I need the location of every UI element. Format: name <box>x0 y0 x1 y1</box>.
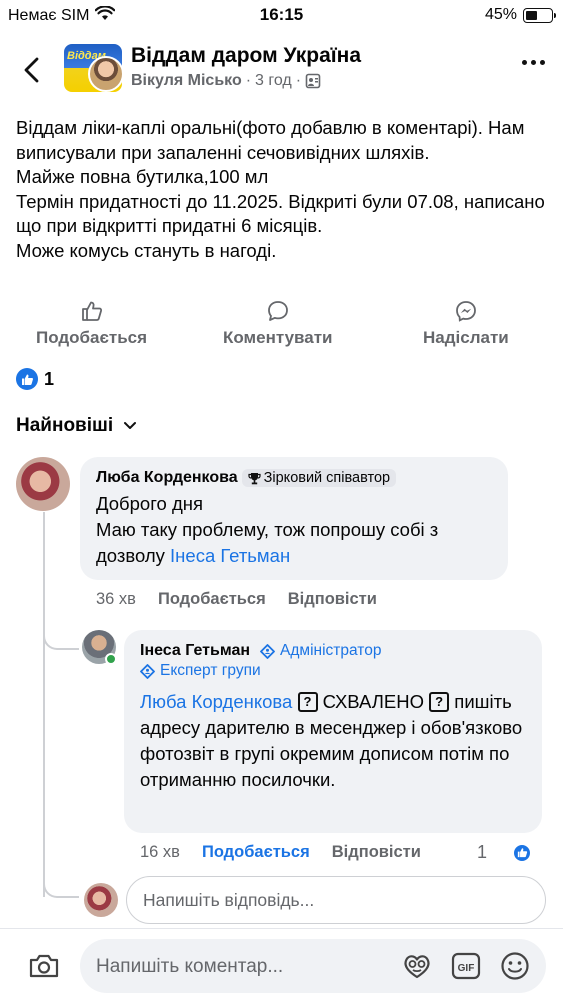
reply-reaction-count[interactable]: 1 <box>477 842 554 863</box>
status-bar: Немає SIM 16:15 45% <box>0 0 563 30</box>
comment-label: Коментувати <box>223 328 333 347</box>
comment-meta: 36 хв Подобається Відповісти <box>96 590 399 609</box>
comment-line-1: Доброго дня <box>96 493 203 514</box>
battery-area: 45% <box>484 6 556 24</box>
reactions-count: 1 <box>44 368 55 389</box>
commenter-name[interactable]: Люба Корденкова <box>96 469 238 487</box>
online-indicator <box>105 653 117 665</box>
smiley-icon <box>501 952 529 980</box>
reply-like-count: 1 <box>476 842 487 862</box>
back-button[interactable] <box>18 54 46 86</box>
badge-label: Зірковий співавтор <box>263 470 391 486</box>
gif-icon: GIF <box>451 952 481 980</box>
thread-line <box>43 512 45 897</box>
post-time: 3 год <box>255 72 292 89</box>
expert-role-label: Експерт групи <box>160 662 261 679</box>
admin-role-label: Адміністратор <box>280 642 382 659</box>
chevron-down-icon <box>124 422 137 429</box>
top-contributor-badge[interactable]: Зірковий співавтор <box>241 469 397 487</box>
like-reaction-icon-small <box>512 842 532 863</box>
comment-header: Люба Корденкова Зірковий співавтор <box>96 469 492 487</box>
commenter-avatar[interactable] <box>16 457 70 511</box>
my-avatar-small <box>84 883 118 917</box>
post-text: Віддам ліки-каплі оральні(фото добавлю в… <box>16 117 545 261</box>
meta-separator: · <box>245 72 252 89</box>
post-header: Віддам Віддам даром Україна Вікуля Міськ… <box>0 36 563 100</box>
reactions-summary[interactable]: 1 <box>16 368 54 390</box>
meta-separator-2: · <box>295 72 302 89</box>
reply-meta: 16 хв Подобається Відповісти 1 <box>140 842 554 863</box>
comment-sort-dropdown[interactable]: Найновіші <box>16 415 137 437</box>
replier-name[interactable]: Інеса Гетьман <box>140 642 250 660</box>
post-actions: Подобається Коментувати Надіслати <box>0 300 563 352</box>
admin-role-badge[interactable]: Адміністратор <box>260 642 381 660</box>
reply-placeholder: Напишіть відповідь... <box>143 890 315 910</box>
post-body: Віддам ліки-каплі оральні(фото добавлю в… <box>16 116 546 263</box>
author-name[interactable]: Вікуля Місько <box>131 72 242 90</box>
comment-bubble-icon <box>267 301 288 321</box>
svg-text:GIF: GIF <box>458 963 475 974</box>
comment-button[interactable]: Коментувати <box>223 300 333 348</box>
reply-input-field[interactable]: Напишіть відповідь... <box>126 876 546 924</box>
like-button[interactable]: Подобається <box>36 300 147 348</box>
thread-branch-2 <box>43 868 79 898</box>
comment-text: Доброго дня Маю таку проблему, тож попро… <box>96 491 492 569</box>
share-button[interactable]: Надіслати <box>423 300 509 348</box>
more-options-button[interactable] <box>522 60 545 65</box>
comment-time: 36 хв <box>96 590 136 608</box>
comment-composer: Напишіть коментар... GIF <box>0 928 563 1000</box>
thread-branch <box>43 620 79 650</box>
camera-button[interactable] <box>28 953 60 984</box>
messenger-icon <box>455 301 476 322</box>
reply-reply-button[interactable]: Відповісти <box>332 843 421 862</box>
reply-like-button[interactable]: Подобається <box>202 843 310 862</box>
question-mark-icon-2: ? <box>429 691 450 712</box>
camera-icon <box>29 954 59 978</box>
question-mark-icon: ? <box>297 691 318 712</box>
comment-like-button[interactable]: Подобається <box>158 590 266 609</box>
battery-fill <box>526 10 537 20</box>
gif-button[interactable]: GIF <box>451 951 481 986</box>
avatar-sticker-icon <box>404 955 430 979</box>
comment-line-2: Маю таку проблему, тож попрошу собі з до… <box>96 517 492 569</box>
expert-shield-icon <box>140 663 155 679</box>
mention-link[interactable]: Інеса Гетьман <box>170 545 290 566</box>
group-privacy-icon <box>305 73 321 89</box>
reply-header: Інеса Гетьман Адміністратор <box>140 642 526 660</box>
reply-bubble: Інеса Гетьман Адміністратор Експерт груп… <box>124 630 542 833</box>
reply-text: Люба Корденкова ? СХВАЛЕНО ? пишіть адре… <box>140 689 526 793</box>
post-meta: Вікуля Місько · 3 год · <box>131 72 321 90</box>
reply-time: 16 хв <box>140 843 180 861</box>
reply-mention-link[interactable]: Люба Корденкова <box>140 691 292 712</box>
share-label: Надіслати <box>423 328 509 347</box>
comment-placeholder: Напишіть коментар... <box>96 956 284 977</box>
like-label: Подобається <box>36 328 148 347</box>
trophy-icon <box>248 472 261 484</box>
like-reaction-icon <box>16 368 38 390</box>
comment-bubble: Люба Корденкова Зірковий співавтор Добро… <box>80 457 508 580</box>
comment-reply-button[interactable]: Відповісти <box>288 590 377 609</box>
group-title[interactable]: Віддам даром Україна <box>131 44 361 68</box>
expert-role-badge[interactable]: Експерт групи <box>140 662 261 680</box>
thumbs-up-icon <box>81 301 102 321</box>
clock: 16:15 <box>259 5 304 24</box>
admin-shield-icon <box>260 643 275 659</box>
approved-text: СХВАЛЕНО <box>322 690 425 712</box>
avatar-sticker-button[interactable] <box>402 953 432 984</box>
battery-icon <box>523 7 556 23</box>
emoji-button[interactable] <box>500 951 530 986</box>
battery-percent: 45% <box>484 6 517 23</box>
sort-label: Найновіші <box>16 415 114 436</box>
author-avatar[interactable] <box>88 56 124 92</box>
chevron-left-icon <box>24 57 39 83</box>
